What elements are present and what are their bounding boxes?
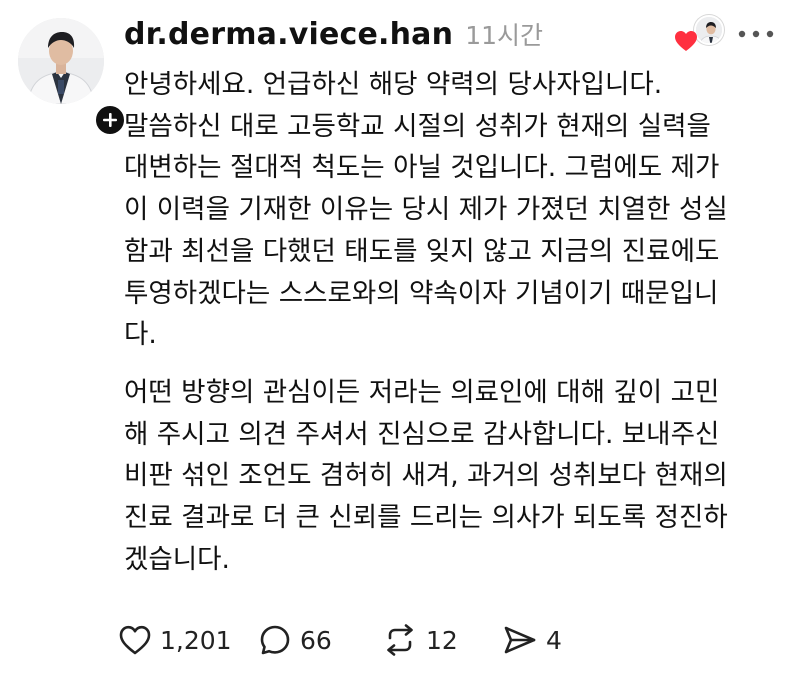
thread-post: dr.derma.viece.han 11시간 안녕하세요. 언급하신 해당 약… [0, 0, 800, 689]
comment-count: 66 [300, 625, 332, 655]
liked-by-avatar [694, 15, 724, 45]
like-button[interactable]: 1,201 [118, 618, 258, 662]
heart-outline-icon [119, 625, 151, 655]
plus-icon [103, 113, 117, 127]
more-dots-icon[interactable] [734, 22, 778, 46]
post-paragraph: 어떤 방향의 관심이든 저라는 의료인에 대해 깊이 고민 해 주시고 의견 주… [124, 376, 728, 575]
username[interactable]: dr.derma.viece.han [124, 17, 453, 52]
comment-button[interactable]: 66 [258, 618, 382, 662]
post-paragraph: 안녕하세요. 언급하신 해당 약력의 당사자입니다. 말씀하신 대로 고등학교 … [124, 69, 728, 351]
repost-count: 12 [426, 625, 458, 655]
heart-icon [675, 31, 697, 51]
author-avatar-wrap [18, 18, 128, 138]
paper-plane-icon [504, 626, 536, 654]
like-count: 1,201 [160, 625, 232, 655]
timestamp: 11시간 [465, 21, 543, 50]
share-button[interactable]: 4 [502, 618, 582, 662]
author-liked-badge[interactable] [672, 14, 724, 54]
share-count: 4 [546, 625, 562, 655]
author-avatar[interactable] [18, 18, 104, 104]
repost-button[interactable]: 12 [382, 618, 502, 662]
post-header: dr.derma.viece.han 11시간 [124, 16, 543, 56]
repost-icon [387, 624, 413, 656]
follow-button[interactable] [92, 102, 128, 138]
action-bar: 1,201 66 12 4 [118, 618, 582, 662]
post-body: 안녕하세요. 언급하신 해당 약력의 당사자입니다. 말씀하신 대로 고등학교 … [124, 64, 772, 580]
speech-bubble-icon [260, 625, 290, 655]
